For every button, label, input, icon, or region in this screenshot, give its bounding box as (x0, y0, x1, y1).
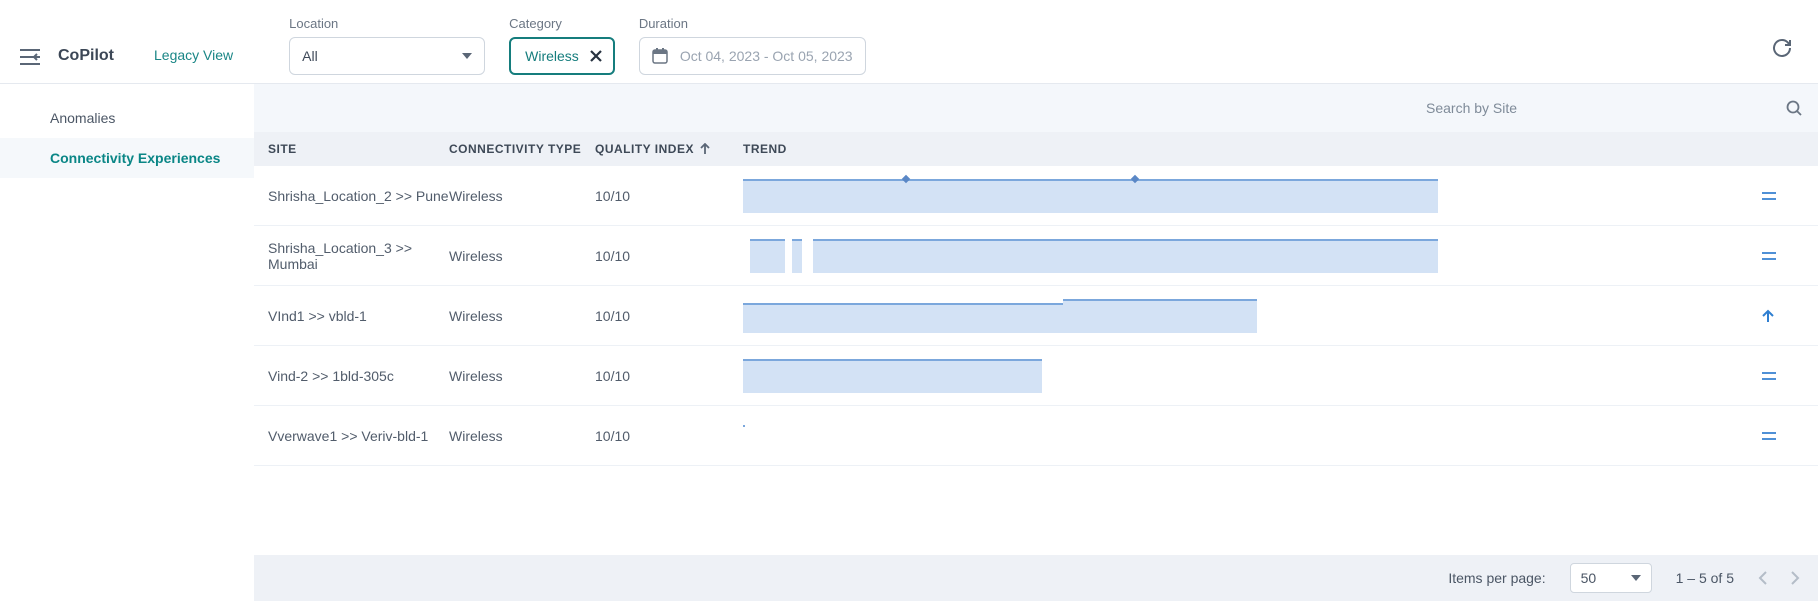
sidebar-item-connectivity[interactable]: Connectivity Experiences (0, 138, 254, 178)
category-label: Category (509, 16, 615, 31)
chevron-down-icon (462, 53, 472, 59)
cell-conn: Wireless (449, 428, 595, 444)
cell-conn: Wireless (449, 248, 595, 264)
row-equals-icon[interactable] (1762, 191, 1818, 201)
search-icon[interactable] (1786, 100, 1802, 116)
col-trend: Trend (743, 142, 1762, 156)
page-range: 1 – 5 of 5 (1676, 570, 1734, 586)
table-row: VInd1 >> vbld-1 Wireless 10/10 (254, 286, 1818, 346)
cell-trend (743, 179, 1762, 213)
location-select[interactable]: All (289, 37, 485, 75)
sidebar-item-anomalies[interactable]: Anomalies (0, 98, 254, 138)
main-area: Anomalies Connectivity Experiences Site … (0, 84, 1818, 601)
col-conn[interactable]: Connectivity Type (449, 142, 595, 156)
prev-page-button[interactable] (1758, 571, 1768, 585)
duration-value: Oct 04, 2023 - Oct 05, 2023 (680, 48, 853, 64)
cell-conn: Wireless (449, 308, 595, 324)
duration-filter: Duration Oct 04, 2023 - Oct 05, 2023 (639, 16, 866, 75)
items-per-page-value: 50 (1581, 570, 1597, 586)
duration-label: Duration (639, 16, 866, 31)
content: Site Connectivity Type Quality Index Tre… (254, 84, 1818, 601)
sidebar: Anomalies Connectivity Experiences (0, 84, 254, 601)
category-filter: Category Wireless (509, 16, 615, 75)
cell-quality: 10/10 (595, 308, 743, 324)
top-bar: CoPilot Legacy View Location All Categor… (0, 0, 1818, 84)
category-value: Wireless (525, 48, 579, 64)
pagination: Items per page: 50 1 – 5 of 5 (254, 555, 1818, 601)
table-row: Vverwave1 >> Veriv-bld-1 Wireless 10/10 (254, 406, 1818, 466)
location-filter: Location All (289, 16, 485, 75)
cell-site[interactable]: Vverwave1 >> Veriv-bld-1 (254, 428, 449, 444)
cell-quality: 10/10 (595, 248, 743, 264)
hamburger-icon[interactable] (20, 49, 40, 65)
cell-site[interactable]: Shrisha_Location_2 >> Pune (254, 188, 449, 204)
col-quality[interactable]: Quality Index (595, 142, 743, 156)
table-body: Shrisha_Location_2 >> Pune Wireless 10/1… (254, 166, 1818, 555)
cell-site[interactable]: Vind-2 >> 1bld-305c (254, 368, 449, 384)
table-header: Site Connectivity Type Quality Index Tre… (254, 132, 1818, 166)
legacy-view-link[interactable]: Legacy View (154, 47, 233, 63)
close-icon[interactable] (589, 49, 603, 63)
location-value: All (302, 48, 318, 64)
row-up-icon[interactable] (1762, 309, 1818, 323)
cell-trend (743, 419, 1762, 453)
table-row: Vind-2 >> 1bld-305c Wireless 10/10 (254, 346, 1818, 406)
sort-asc-icon (700, 143, 710, 155)
cell-trend (743, 359, 1762, 393)
cell-trend (743, 299, 1762, 333)
cell-quality: 10/10 (595, 188, 743, 204)
items-per-page-label: Items per page: (1448, 570, 1545, 586)
calendar-icon (652, 48, 668, 64)
row-equals-icon[interactable] (1762, 251, 1818, 261)
table-row: Shrisha_Location_3 >> Mumbai Wireless 10… (254, 226, 1818, 286)
chevron-down-icon (1631, 575, 1641, 581)
search-bar (254, 84, 1818, 132)
cell-trend (743, 239, 1762, 273)
items-per-page-select[interactable]: 50 (1570, 563, 1652, 593)
table-row: Shrisha_Location_2 >> Pune Wireless 10/1… (254, 166, 1818, 226)
cell-site[interactable]: VInd1 >> vbld-1 (254, 308, 449, 324)
location-label: Location (289, 16, 485, 31)
refresh-icon[interactable] (1772, 38, 1792, 58)
next-page-button[interactable] (1790, 571, 1800, 585)
row-equals-icon[interactable] (1762, 371, 1818, 381)
col-site[interactable]: Site (254, 142, 449, 156)
duration-picker[interactable]: Oct 04, 2023 - Oct 05, 2023 (639, 37, 866, 75)
cell-conn: Wireless (449, 368, 595, 384)
search-input[interactable] (1418, 91, 1778, 125)
row-equals-icon[interactable] (1762, 431, 1818, 441)
brand-title: CoPilot (58, 47, 114, 65)
cell-quality: 10/10 (595, 428, 743, 444)
category-chip[interactable]: Wireless (509, 37, 615, 75)
col-quality-label: Quality Index (595, 142, 694, 156)
cell-quality: 10/10 (595, 368, 743, 384)
cell-site[interactable]: Shrisha_Location_3 >> Mumbai (254, 240, 449, 272)
cell-conn: Wireless (449, 188, 595, 204)
page-nav (1758, 571, 1800, 585)
